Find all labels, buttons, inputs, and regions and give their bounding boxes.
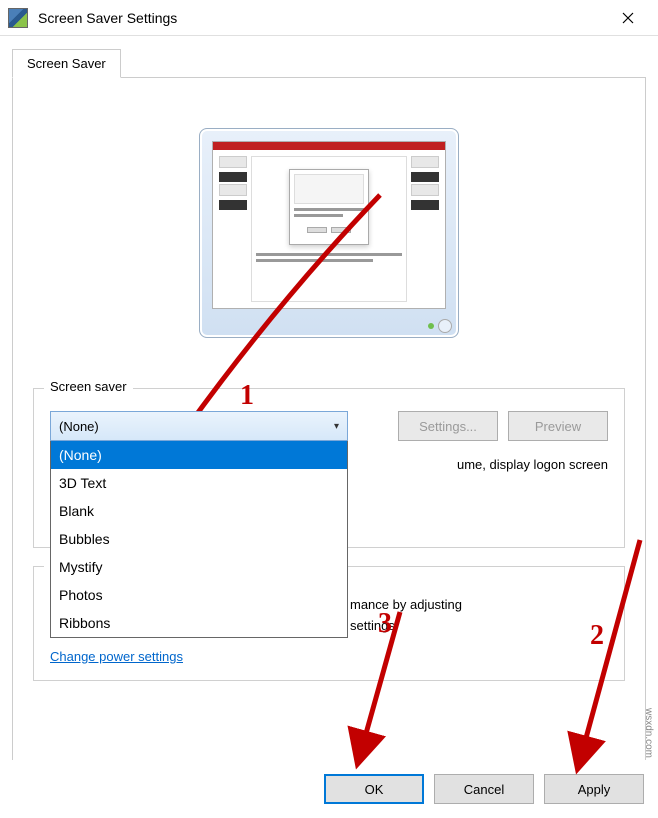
monitor-preview-area	[33, 98, 625, 378]
dropdown-item-blank[interactable]: Blank	[51, 497, 347, 525]
preview-button[interactable]: Preview	[508, 411, 608, 441]
cancel-button[interactable]: Cancel	[434, 774, 534, 804]
dropdown-item-bubbles[interactable]: Bubbles	[51, 525, 347, 553]
groupbox-label: Screen saver	[44, 379, 133, 394]
monitor-led-icon	[428, 323, 434, 329]
tab-content: Screen saver Settings... Preview ume, di…	[12, 77, 646, 777]
dropdown-selected[interactable]: (None) ▾	[50, 411, 348, 441]
window-title: Screen Saver Settings	[38, 10, 605, 26]
titlebar: Screen Saver Settings	[0, 0, 658, 36]
dropdown-item-photos[interactable]: Photos	[51, 581, 347, 609]
dialog-button-bar: OK Cancel Apply	[0, 760, 658, 818]
tab-strip: Screen Saver	[0, 36, 658, 777]
watermark: wsxdn.com	[643, 708, 654, 758]
dropdown-item-mystify[interactable]: Mystify	[51, 553, 347, 581]
dropdown-selected-label: (None)	[59, 419, 99, 434]
close-button[interactable]	[605, 3, 650, 33]
change-power-settings-link[interactable]: Change power settings	[50, 649, 183, 664]
ok-button[interactable]: OK	[324, 774, 424, 804]
dropdown-item-ribbons[interactable]: Ribbons	[51, 609, 347, 637]
screensaver-groupbox: Screen saver Settings... Preview ume, di…	[33, 388, 625, 548]
monitor-power-icon	[438, 319, 452, 333]
chevron-down-icon: ▾	[334, 421, 339, 432]
dropdown-list[interactable]: (None) 3D Text Blank Bubbles Mystify Pho…	[50, 441, 348, 638]
resume-text: ume, display logon screen	[457, 457, 608, 472]
dropdown-item-none[interactable]: (None)	[51, 441, 347, 469]
monitor-frame	[199, 128, 459, 338]
dropdown-item-3dtext[interactable]: 3D Text	[51, 469, 347, 497]
tab-screen-saver[interactable]: Screen Saver	[12, 49, 121, 78]
settings-button[interactable]: Settings...	[398, 411, 498, 441]
screensaver-icon	[8, 8, 28, 28]
close-icon	[622, 12, 634, 24]
screensaver-dropdown[interactable]: (None) ▾ (None) 3D Text Blank Bubbles My…	[50, 411, 348, 638]
apply-button[interactable]: Apply	[544, 774, 644, 804]
monitor-screen	[212, 141, 446, 309]
